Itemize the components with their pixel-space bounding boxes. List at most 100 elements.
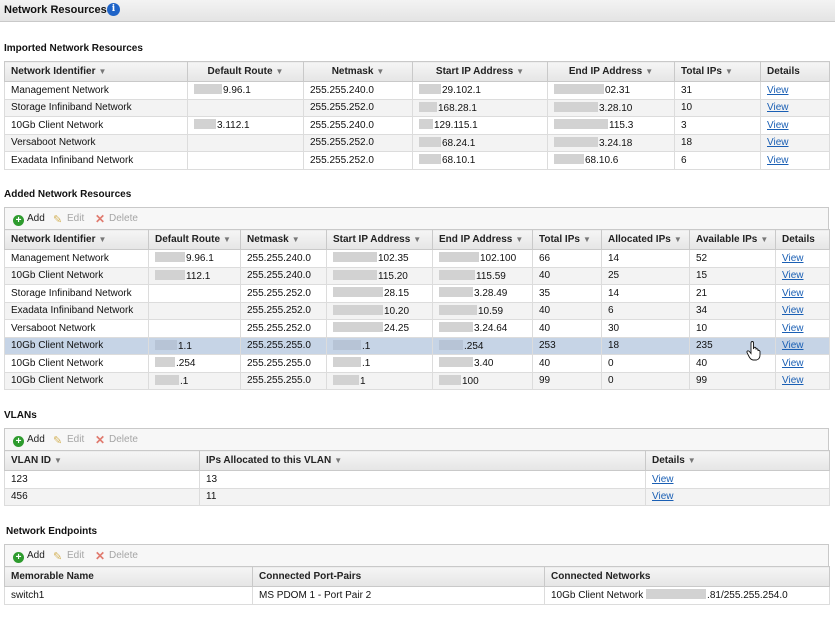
col-header-netmask[interactable]: Netmask ▼ bbox=[240, 229, 327, 250]
col-header-end-ip[interactable]: End IP Address ▼ bbox=[547, 61, 675, 82]
cell-netmask: 255.255.252.0 bbox=[303, 133, 413, 152]
cell-total-ips: 99 bbox=[532, 371, 602, 390]
col-header-end-ip[interactable]: End IP Address ▼ bbox=[432, 229, 533, 250]
view-link[interactable]: View bbox=[767, 137, 789, 148]
delete-button[interactable]: ✕ Delete bbox=[95, 433, 138, 447]
cell-netmask: 255.255.240.0 bbox=[303, 116, 413, 135]
delete-button[interactable]: ✕ Delete bbox=[95, 549, 138, 563]
view-link[interactable]: View bbox=[782, 323, 804, 334]
imported-section-title: Imported Network Resources bbox=[4, 43, 143, 54]
view-link[interactable]: View bbox=[652, 474, 674, 485]
col-header-details: Details bbox=[760, 61, 830, 82]
add-button[interactable]: + Add bbox=[13, 549, 45, 563]
table-row: 456 11 View bbox=[4, 487, 830, 506]
edit-button[interactable]: ✎ Edit bbox=[53, 212, 84, 226]
cell-details: View bbox=[775, 319, 830, 338]
cell-vlan-id: 123 bbox=[4, 470, 200, 489]
edit-button[interactable]: ✎ Edit bbox=[53, 549, 84, 563]
col-header-network-identifier[interactable]: Network Identifier ▼ bbox=[4, 61, 188, 82]
table-row: 123 13 View bbox=[4, 470, 830, 489]
cell-start-ip: 29.102.1 bbox=[412, 81, 548, 100]
col-header-start-ip[interactable]: Start IP Address ▼ bbox=[326, 229, 433, 250]
cell-network-identifier: Storage Infiniband Network bbox=[4, 98, 188, 117]
col-header-network-identifier[interactable]: Network Identifier ▼ bbox=[4, 229, 149, 250]
cell-start-ip: .1 bbox=[326, 354, 433, 373]
cell-netmask: 255.255.240.0 bbox=[303, 81, 413, 100]
table-row-selected[interactable]: 10Gb Client Network 1.1 255.255.255.0 .1… bbox=[4, 336, 830, 355]
cell-total-ips: 40 bbox=[532, 354, 602, 373]
cell-details: View bbox=[775, 301, 830, 320]
col-header-details[interactable]: Details ▼ bbox=[645, 450, 830, 471]
cell-total-ips: 40 bbox=[532, 266, 602, 285]
cell-allocated-ips: 14 bbox=[601, 249, 690, 268]
table-row: Exadata Infiniband Network 255.255.252.0… bbox=[4, 301, 830, 320]
cell-default-route: .254 bbox=[148, 354, 241, 373]
col-header-ips-allocated[interactable]: IPs Allocated to this VLAN ▼ bbox=[199, 450, 646, 471]
col-header-memorable-name[interactable]: Memorable Name bbox=[4, 566, 253, 587]
add-icon: + bbox=[13, 215, 24, 226]
cell-start-ip: 102.35 bbox=[326, 249, 433, 268]
view-link[interactable]: View bbox=[767, 120, 789, 131]
view-link[interactable]: View bbox=[782, 270, 804, 281]
view-link[interactable]: View bbox=[767, 85, 789, 96]
cell-default-route: 3.112.1 bbox=[187, 116, 304, 135]
col-header-total-ips[interactable]: Total IPs ▼ bbox=[532, 229, 602, 250]
cell-start-ip: 168.28.1 bbox=[412, 98, 548, 117]
edit-button[interactable]: ✎ Edit bbox=[53, 433, 84, 447]
col-header-netmask[interactable]: Netmask ▼ bbox=[303, 61, 413, 82]
cell-end-ip: 3.24.18 bbox=[547, 133, 675, 152]
add-button[interactable]: + Add bbox=[13, 212, 45, 226]
cell-details: View bbox=[645, 470, 830, 489]
cell-total-ips: 66 bbox=[532, 249, 602, 268]
cell-end-ip: 3.24.64 bbox=[432, 319, 533, 338]
cell-available-ips: 15 bbox=[689, 266, 776, 285]
view-link[interactable]: View bbox=[782, 305, 804, 316]
cell-netmask: 255.255.240.0 bbox=[240, 266, 327, 285]
col-header-connected-networks[interactable]: Connected Networks bbox=[544, 566, 830, 587]
cell-ips-allocated: 13 bbox=[199, 470, 646, 489]
add-button[interactable]: + Add bbox=[13, 433, 45, 447]
view-link[interactable]: View bbox=[782, 288, 804, 299]
view-link[interactable]: View bbox=[782, 375, 804, 386]
cell-default-route bbox=[187, 98, 304, 117]
col-header-default-route[interactable]: Default Route ▼ bbox=[148, 229, 241, 250]
cell-available-ips: 34 bbox=[689, 301, 776, 320]
cell-total-ips: 3 bbox=[674, 116, 761, 135]
cell-total-ips: 31 bbox=[674, 81, 761, 100]
cell-start-ip: 68.24.1 bbox=[412, 133, 548, 152]
info-icon[interactable]: i bbox=[107, 3, 120, 16]
col-header-vlan-id[interactable]: VLAN ID ▼ bbox=[4, 450, 200, 471]
cell-details: View bbox=[760, 116, 830, 135]
cell-details: View bbox=[645, 487, 830, 506]
cell-start-ip: 1 bbox=[326, 371, 433, 390]
col-header-available-ips[interactable]: Available IPs ▼ bbox=[689, 229, 776, 250]
col-header-allocated-ips[interactable]: Allocated IPs ▼ bbox=[601, 229, 690, 250]
delete-x-icon: ✕ bbox=[95, 549, 106, 563]
view-link[interactable]: View bbox=[782, 253, 804, 264]
page-header: Network Resources i bbox=[0, 0, 835, 22]
cell-default-route: 9.96.1 bbox=[148, 249, 241, 268]
cell-details: View bbox=[775, 371, 830, 390]
col-header-start-ip[interactable]: Start IP Address ▼ bbox=[412, 61, 548, 82]
view-link[interactable]: View bbox=[767, 155, 789, 166]
cell-network-identifier: 10Gb Client Network bbox=[4, 371, 149, 390]
added-table: Network Identifier ▼ Default Route ▼ Netma… bbox=[4, 229, 830, 390]
hand-cursor-icon bbox=[746, 341, 761, 361]
col-header-connected-port-pairs[interactable]: Connected Port-Pairs bbox=[252, 566, 545, 587]
cell-end-ip: 68.10.6 bbox=[547, 151, 675, 170]
col-header-default-route[interactable]: Default Route ▼ bbox=[187, 61, 304, 82]
pencil-icon: ✎ bbox=[53, 214, 63, 226]
view-link[interactable]: View bbox=[782, 340, 804, 351]
table-row: Storage Infiniband Network 255.255.252.0… bbox=[4, 284, 830, 303]
cell-default-route bbox=[148, 301, 241, 320]
view-link[interactable]: View bbox=[767, 102, 789, 113]
view-link[interactable]: View bbox=[782, 358, 804, 369]
cell-network-identifier: 10Gb Client Network bbox=[4, 266, 149, 285]
cell-start-ip: .1 bbox=[326, 336, 433, 355]
cell-default-route: .1 bbox=[148, 371, 241, 390]
cell-total-ips: 10 bbox=[674, 98, 761, 117]
delete-button[interactable]: ✕ Delete bbox=[95, 212, 138, 226]
view-link[interactable]: View bbox=[652, 491, 674, 502]
cell-available-ips: 21 bbox=[689, 284, 776, 303]
col-header-total-ips[interactable]: Total IPs ▼ bbox=[674, 61, 761, 82]
